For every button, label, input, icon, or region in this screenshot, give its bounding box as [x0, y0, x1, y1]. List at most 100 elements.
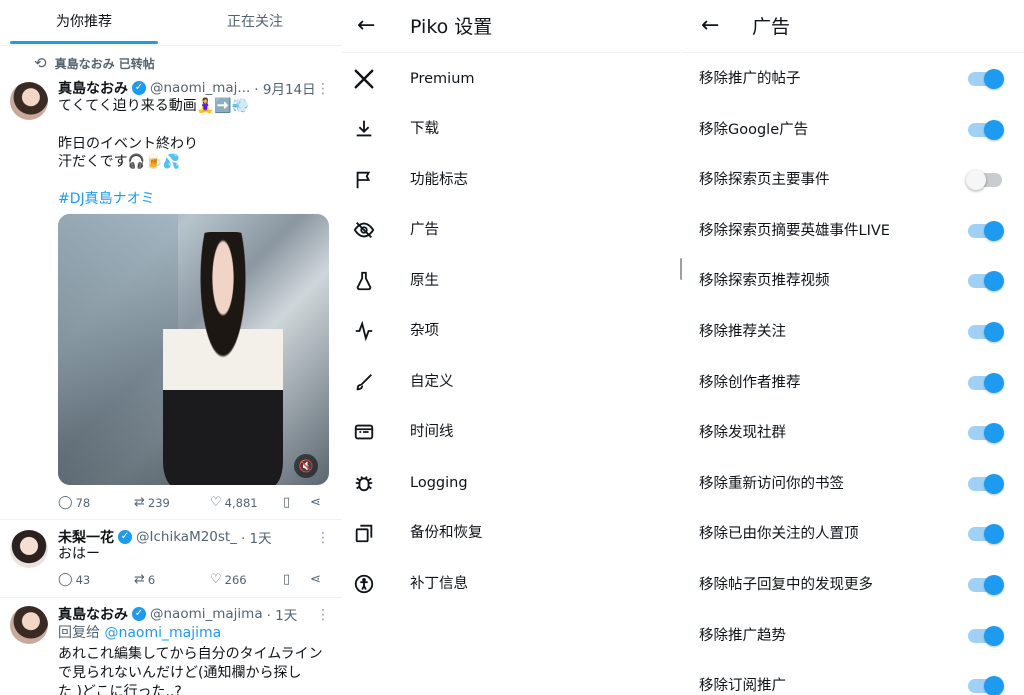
hashtag-link[interactable]: #DJ真島ナオミ	[58, 190, 155, 209]
bookmark-button[interactable]: ▯	[283, 495, 290, 510]
retweet-context[interactable]: ⟲ 真島なおみ 已转帖	[34, 54, 155, 72]
bookmark-button[interactable]: ▯	[283, 572, 290, 587]
ads-setting-toggle[interactable]	[968, 271, 1004, 292]
ads-setting-toggle[interactable]	[968, 473, 1004, 494]
toggle-knob	[984, 473, 1004, 494]
ads-setting-row[interactable]: 移除推广的帖子	[682, 54, 1024, 104]
toggle-knob	[984, 676, 1004, 695]
page-title: 广告	[752, 16, 791, 38]
ads-setting-row[interactable]: 移除创作者推荐	[682, 358, 1024, 408]
tab-for-you[interactable]: 为你推荐	[10, 0, 158, 46]
reply-prefix: 回复给	[58, 625, 100, 641]
ads-setting-toggle[interactable]	[968, 625, 1004, 646]
toggle-knob	[966, 170, 986, 191]
media-background	[58, 214, 178, 485]
user-handle[interactable]: @naomi_majima	[150, 606, 263, 622]
ads-setting-toggle[interactable]	[966, 170, 1002, 191]
settings-item-timeline[interactable]: 时间线	[342, 407, 680, 457]
share-button[interactable]: ⋖	[310, 572, 321, 587]
ads-setting-row[interactable]: 移除Google广告	[682, 105, 1024, 155]
tweet-time[interactable]: · 1天	[267, 604, 298, 624]
settings-item-label: Premium	[410, 71, 475, 87]
ads-setting-toggle[interactable]	[968, 524, 1004, 545]
user-handle[interactable]: @IchikaM20st_	[136, 529, 237, 545]
avatar[interactable]	[10, 530, 48, 568]
display-name[interactable]: 真島なおみ	[58, 78, 128, 98]
back-arrow-icon[interactable]: ←	[357, 13, 375, 39]
avatar[interactable]	[10, 606, 48, 644]
ads-setting-row[interactable]: 移除探索页摘要英雄事件LIVE	[682, 206, 1024, 256]
download-icon	[352, 117, 376, 141]
retweet-button[interactable]: ⇄ 239	[134, 495, 170, 510]
ads-setting-toggle[interactable]	[968, 119, 1004, 140]
display-name[interactable]: 真島なおみ	[58, 604, 128, 624]
settings-item-patch-info[interactable]: 补丁信息	[342, 559, 680, 609]
ads-setting-row[interactable]: 移除探索页推荐视频	[682, 256, 1024, 306]
tweet-time[interactable]: · 1天	[241, 527, 272, 547]
more-options-icon[interactable]: ⋮	[316, 608, 330, 622]
ads-setting-toggle[interactable]	[968, 423, 1004, 444]
avatar[interactable]	[10, 82, 48, 120]
ads-setting-row[interactable]: 移除已由你关注的人置顶	[682, 509, 1024, 559]
retweet-context-label: 真島なおみ 已转帖	[54, 56, 155, 71]
more-options-icon[interactable]: ⋮	[316, 531, 330, 545]
ads-setting-row[interactable]: 移除发现社群	[682, 408, 1024, 458]
ads-setting-row[interactable]: 移除订阅推广	[682, 661, 1024, 695]
ads-setting-row[interactable]: 移除推荐关注	[682, 307, 1024, 357]
tweet-media-video[interactable]: 🔇	[58, 214, 329, 485]
ads-setting-label: 移除发现社群	[699, 425, 786, 442]
reply-button[interactable]: ◯ 78	[58, 495, 90, 510]
verified-badge-icon: ✓	[132, 81, 146, 95]
reply-to-link[interactable]: @naomi_majima	[104, 625, 221, 641]
toggle-knob	[984, 575, 1004, 595]
settings-item-logging[interactable]: Logging	[342, 458, 680, 508]
toggle-knob	[984, 625, 1004, 646]
settings-item-native[interactable]: 原生	[342, 256, 680, 306]
like-button[interactable]: ♡ 4,881	[210, 495, 258, 510]
tab-following[interactable]: 正在关注	[185, 0, 325, 46]
tweet-time[interactable]: · 9月14日	[254, 78, 315, 98]
ads-setting-label: 移除推广的帖子	[699, 71, 801, 87]
flag-icon	[352, 168, 376, 192]
back-arrow-icon[interactable]: ←	[701, 13, 719, 39]
settings-item-backup-restore[interactable]: 备份和恢复	[342, 508, 680, 558]
ads-off-icon	[352, 218, 376, 242]
settings-item-feature-flags[interactable]: 功能标志	[342, 155, 680, 205]
ads-setting-label: 移除Google广告	[699, 121, 809, 138]
ads-setting-row[interactable]: 移除帖子回复中的发现更多	[682, 560, 1024, 610]
share-button[interactable]: ⋖	[310, 495, 321, 510]
more-options-icon[interactable]: ⋮	[316, 82, 330, 96]
retweet-button[interactable]: ⇄ 6	[134, 572, 155, 587]
tweet-text-line: で見られないんだけど(通知欄から探し	[58, 665, 302, 681]
settings-item-customize[interactable]: 自定义	[342, 357, 680, 407]
user-handle[interactable]: @naomi_maj...	[150, 80, 250, 96]
settings-item-ads[interactable]: 广告	[342, 205, 680, 255]
ads-setting-toggle[interactable]	[968, 69, 1004, 89]
toggle-knob	[984, 220, 1004, 241]
tweet-text-line: てくてく迫り来る動画🧘‍♀️➡️💨	[58, 98, 250, 114]
ads-setting-toggle[interactable]	[968, 575, 1004, 595]
like-button[interactable]: ♡ 266	[210, 572, 247, 587]
settings-item-label: 杂项	[410, 323, 439, 339]
ads-setting-toggle[interactable]	[968, 372, 1004, 393]
settings-item-label: 自定义	[410, 374, 454, 390]
verified-badge-icon: ✓	[118, 530, 132, 544]
settings-item-download[interactable]: 下载	[342, 104, 680, 154]
like-count: 266	[224, 572, 247, 587]
settings-item-label: 广告	[410, 222, 439, 238]
ads-setting-toggle[interactable]	[968, 220, 1004, 241]
bug-icon	[352, 471, 376, 495]
reply-button[interactable]: ◯ 43	[58, 572, 90, 587]
ads-setting-row[interactable]: 移除探索页主要事件	[682, 155, 1024, 205]
brush-icon	[352, 370, 376, 394]
settings-item-label: 补丁信息	[410, 576, 468, 592]
settings-item-misc[interactable]: 杂项	[342, 306, 680, 356]
reply-count: 43	[75, 572, 91, 587]
ads-setting-row[interactable]: 移除重新访问你的书签	[682, 459, 1024, 509]
ads-setting-row[interactable]: 移除推广趋势	[682, 611, 1024, 661]
mute-icon[interactable]: 🔇	[294, 454, 318, 478]
display-name[interactable]: 未梨一花	[58, 527, 114, 547]
ads-setting-toggle[interactable]	[968, 676, 1004, 695]
settings-item-premium[interactable]: Premium	[342, 54, 680, 104]
ads-setting-toggle[interactable]	[968, 322, 1004, 342]
